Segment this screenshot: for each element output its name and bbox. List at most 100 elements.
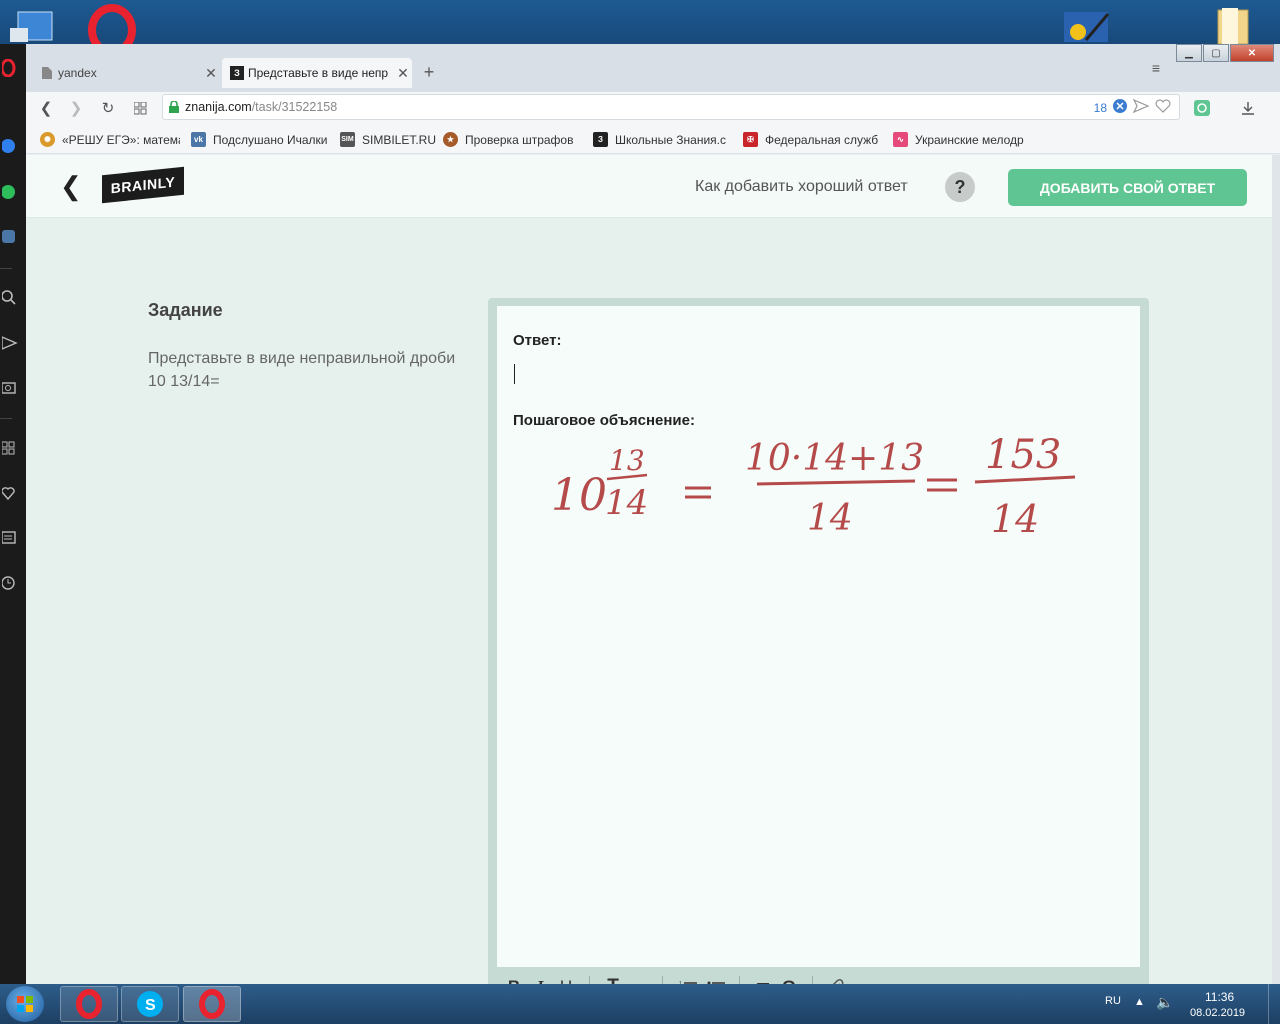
ua-melodrama-icon: ∿ bbox=[893, 132, 908, 147]
forward-icon[interactable]: ❯ bbox=[66, 98, 86, 118]
vk-icon[interactable] bbox=[0, 227, 20, 247]
vk-icon: vk bbox=[191, 132, 206, 147]
windows-taskbar: S RU ▲ 🔈 11:36 08.02.2019 bbox=[0, 984, 1280, 1024]
text-caret bbox=[514, 364, 515, 384]
editor-text-area[interactable]: Ответ: Пошаговое объяснение: 10 13 14 10… bbox=[497, 306, 1140, 967]
fed-service-icon: ✠ bbox=[743, 132, 758, 147]
hw-expr-den: 14 bbox=[807, 498, 853, 539]
new-tab-button[interactable]: + bbox=[420, 62, 438, 83]
hw-expr-num: 10·14+13 bbox=[745, 438, 924, 479]
bookmark-item[interactable]: SIM SIMBILET.RU bbox=[340, 132, 440, 147]
clock-time[interactable]: 11:36 bbox=[1205, 990, 1234, 1004]
add-answer-button[interactable]: ДОБАВИТЬ СВОЙ ОТВЕТ bbox=[1008, 169, 1247, 206]
editor-toolbar: B I U T т 123 π Ω bbox=[497, 970, 1140, 984]
hw-result-num: 153 bbox=[985, 432, 1061, 478]
sunflower-desktop-icon[interactable] bbox=[1060, 4, 1112, 44]
bookmark-item[interactable]: ✺ «РЕШУ ЕГЭ»: матема bbox=[40, 132, 180, 147]
howto-link[interactable]: Как добавить хороший ответ bbox=[695, 178, 908, 196]
site-header: ❮ BRAINLY Как добавить хороший ответ ? Д… bbox=[26, 155, 1272, 218]
download-icon[interactable] bbox=[1238, 98, 1258, 118]
tab-bar: yandex ✕ З Представьте в виде непр ✕ + ≡… bbox=[26, 44, 1280, 92]
heart-icon[interactable] bbox=[0, 483, 20, 503]
history-icon[interactable] bbox=[0, 573, 20, 593]
news-icon[interactable] bbox=[0, 528, 20, 548]
show-desktop-button[interactable] bbox=[1268, 984, 1280, 1024]
tabs-grid-icon[interactable] bbox=[130, 98, 150, 118]
bookmark-item[interactable]: ★ Проверка штрафов bbox=[443, 132, 578, 147]
handwritten-solution-image: 10 13 14 10·14+13 14 153 14 bbox=[551, 432, 1076, 541]
brainly-logo[interactable]: BRAINLY bbox=[102, 166, 184, 204]
adblock-icon[interactable] bbox=[1113, 99, 1127, 116]
speed-dial-icon[interactable] bbox=[0, 438, 20, 458]
page-content: ❮ BRAINLY Как добавить хороший ответ ? Д… bbox=[26, 155, 1272, 984]
heading-small-button[interactable]: т bbox=[626, 973, 652, 984]
hw-whole: 10 bbox=[551, 470, 607, 521]
messenger-icon[interactable] bbox=[0, 136, 20, 156]
url-host: znanija.com bbox=[185, 100, 252, 114]
close-tab-icon[interactable]: ✕ bbox=[202, 65, 220, 82]
vpn-icon[interactable] bbox=[1192, 98, 1212, 118]
znanija-icon: З bbox=[230, 66, 244, 80]
computer-desktop-icon[interactable] bbox=[6, 4, 58, 44]
camera-icon[interactable] bbox=[0, 377, 20, 397]
close-window-button[interactable]: ✕ bbox=[1230, 44, 1274, 62]
bookmarks-bar: ✺ «РЕШУ ЕГЭ»: матема vk Подслушано Ичалки … bbox=[26, 124, 1280, 154]
tray-expand-icon[interactable]: ▲ bbox=[1134, 996, 1145, 1008]
back-arrow-icon[interactable]: ❮ bbox=[60, 171, 82, 202]
underline-button[interactable]: U bbox=[553, 973, 579, 984]
help-button[interactable]: ? bbox=[945, 172, 975, 202]
bullet-list-icon[interactable] bbox=[703, 973, 729, 984]
italic-button[interactable]: I bbox=[527, 973, 553, 984]
bookmark-item[interactable]: ✠ Федеральная служб bbox=[743, 132, 879, 147]
omega-button[interactable]: Ω bbox=[776, 973, 802, 984]
volume-icon[interactable]: 🔈 bbox=[1156, 994, 1173, 1011]
reshu-ege-icon: ✺ bbox=[40, 132, 55, 147]
sidebar-divider bbox=[0, 268, 12, 269]
share-icon[interactable] bbox=[1132, 98, 1150, 116]
taskbar-skype-icon[interactable]: S bbox=[121, 986, 179, 1022]
clock-date[interactable]: 08.02.2019 bbox=[1190, 1007, 1245, 1019]
tab-znanija[interactable]: З Представьте в виде непр ✕ bbox=[222, 58, 412, 88]
bookmark-item[interactable]: З Школьные Знания.c bbox=[593, 132, 729, 147]
hw-num: 13 bbox=[609, 444, 645, 477]
folder-desktop-icon[interactable] bbox=[1214, 4, 1254, 45]
gibdd-icon: ★ bbox=[443, 132, 458, 147]
taskbar-opera-icon[interactable] bbox=[60, 986, 118, 1022]
maximize-button[interactable]: ▢ bbox=[1203, 44, 1229, 62]
page-scrollbar[interactable] bbox=[1272, 155, 1280, 984]
search-icon[interactable] bbox=[0, 288, 20, 308]
toolbar-divider bbox=[662, 976, 663, 984]
taskbar-opera-active-icon[interactable] bbox=[183, 986, 241, 1022]
address-bar[interactable]: znanija.com/task/31522158 18 bbox=[162, 94, 1180, 120]
bookmark-label: Подслушано Ичалки bbox=[213, 132, 328, 147]
back-icon[interactable]: ❮ bbox=[36, 98, 56, 118]
pi-button[interactable]: π bbox=[750, 973, 776, 984]
minimize-button[interactable]: ▁ bbox=[1176, 44, 1202, 62]
bookmark-item[interactable]: vk Подслушано Ичалки bbox=[191, 132, 331, 147]
bookmark-label: Школьные Знания.c bbox=[615, 132, 727, 147]
bookmark-label: Проверка штрафов bbox=[465, 132, 574, 147]
bookmark-label: «РЕШУ ЕГЭ»: матема bbox=[62, 132, 180, 147]
opera-desktop-icon[interactable] bbox=[88, 4, 136, 56]
heading-large-button[interactable]: T bbox=[600, 973, 626, 984]
bookmark-heart-icon[interactable] bbox=[1155, 99, 1171, 116]
tab-menu-icon[interactable]: ≡ bbox=[1152, 60, 1160, 76]
adblock-count: 18 bbox=[1093, 100, 1107, 115]
reload-icon[interactable]: ↻ bbox=[98, 98, 118, 118]
toolbar-divider bbox=[589, 976, 590, 984]
attach-icon[interactable] bbox=[823, 973, 849, 984]
page-icon bbox=[40, 66, 54, 80]
bookmark-item[interactable]: ∿ Украинские мелодр bbox=[893, 132, 1033, 147]
whatsapp-icon[interactable] bbox=[0, 182, 20, 202]
toolbar-divider bbox=[739, 976, 740, 984]
hw-result-den: 14 bbox=[991, 497, 1039, 541]
ordered-list-icon[interactable]: 123 bbox=[673, 973, 703, 984]
start-button[interactable] bbox=[6, 986, 44, 1022]
toolbar-divider bbox=[812, 976, 813, 984]
send-icon[interactable] bbox=[0, 333, 20, 353]
close-tab-icon[interactable]: ✕ bbox=[394, 65, 412, 82]
language-indicator[interactable]: RU bbox=[1105, 995, 1121, 1007]
tab-yandex[interactable]: yandex ✕ bbox=[32, 58, 220, 88]
bold-button[interactable]: B bbox=[501, 973, 527, 984]
opera-menu-icon[interactable] bbox=[0, 58, 20, 78]
